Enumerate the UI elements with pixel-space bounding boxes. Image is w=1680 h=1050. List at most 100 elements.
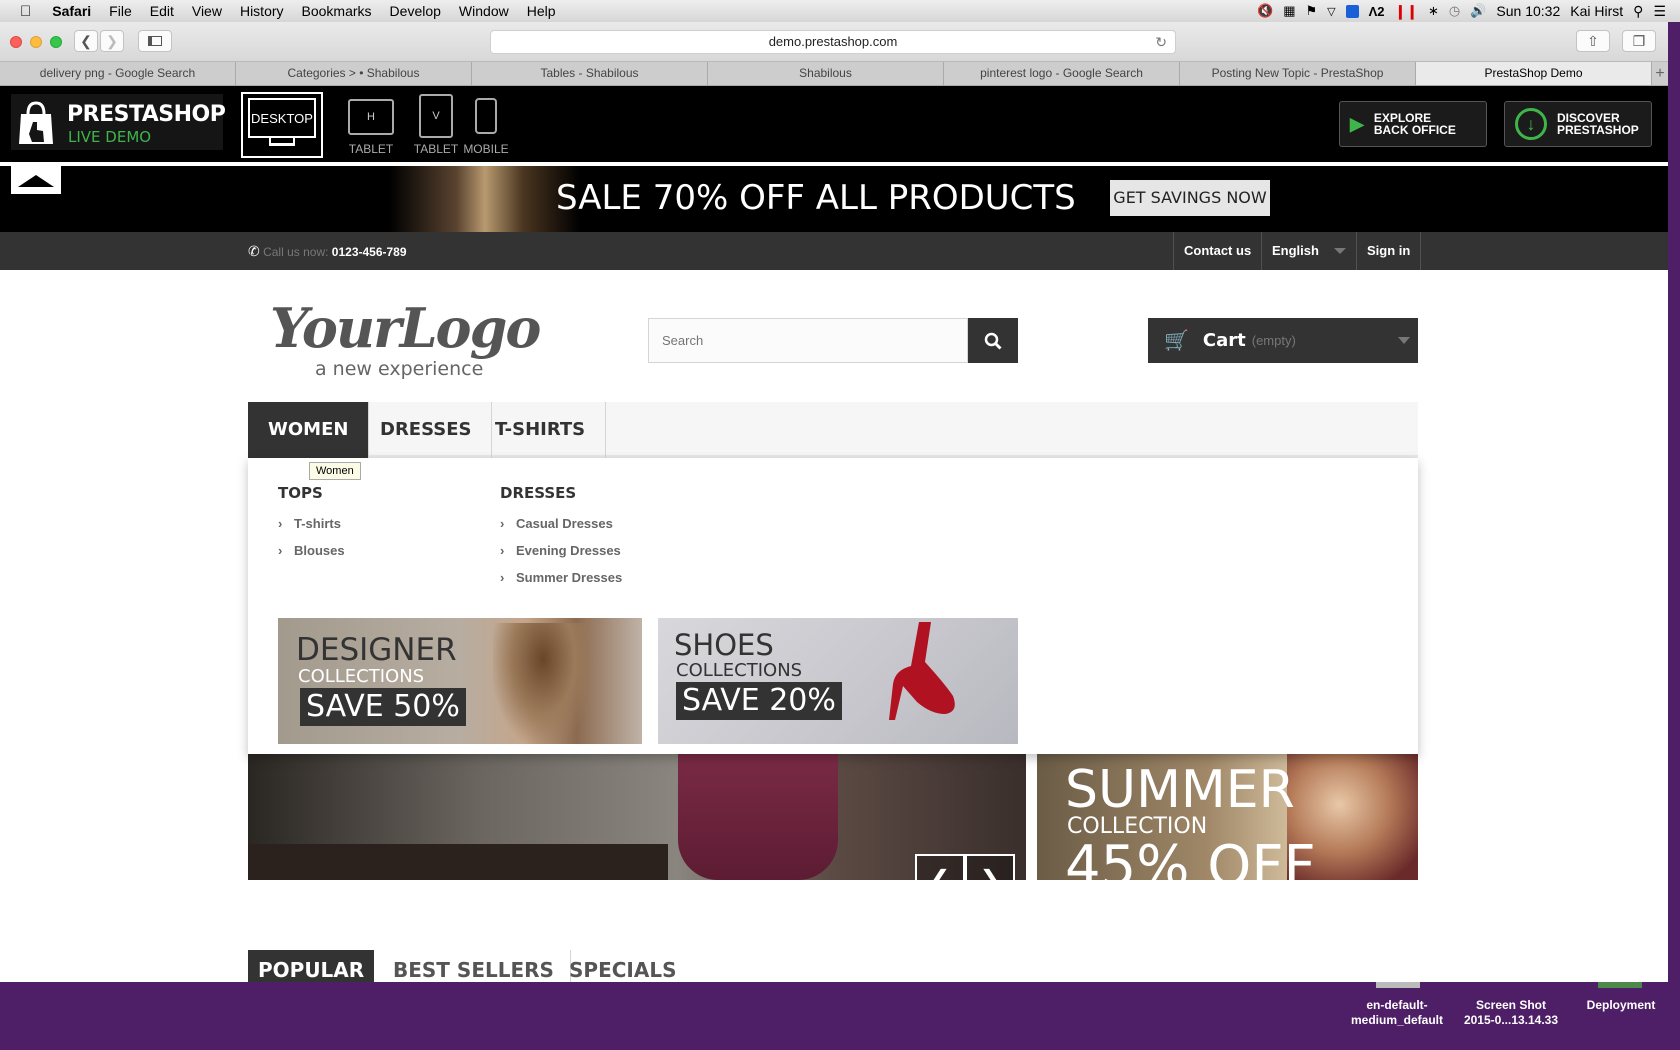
status-muted-icon[interactable]: 🔇 <box>1257 3 1273 19</box>
monitor-stand-icon <box>269 138 295 146</box>
device-tablet-h-label: TABLET <box>348 142 394 156</box>
menu-tab-tshirts[interactable]: T-SHIRTS <box>475 402 607 458</box>
search-icon <box>984 332 1002 350</box>
menubar-user[interactable]: Kai Hirst <box>1570 3 1623 19</box>
tab-shabilous[interactable]: Shabilous <box>708 62 944 85</box>
menu-tab-women[interactable]: WOMEN <box>248 402 370 458</box>
apple-menu-icon[interactable]:  <box>0 3 43 20</box>
spotlight-icon[interactable]: ⚲ <box>1633 3 1643 20</box>
cart-icon: 🛒 <box>1164 330 1189 352</box>
summer-collection-banner[interactable]: SUMMER COLLECTION 45% OFF <box>1037 754 1418 880</box>
back-button[interactable]: ❮ <box>74 30 98 52</box>
cart-status: (empty) <box>1251 333 1296 348</box>
slider-model-image <box>678 754 838 880</box>
device-mobile-button[interactable]: MOBILE <box>451 94 521 156</box>
language-selector[interactable]: English <box>1261 232 1356 270</box>
tab-pinterest-logo[interactable]: pinterest logo - Google Search <box>944 62 1180 85</box>
contact-us-link[interactable]: Contact us <box>1173 232 1261 270</box>
call-us-block: ✆ Call us now: 0123-456-789 <box>248 232 407 270</box>
tab-delivery-png[interactable]: delivery png - Google Search <box>0 62 236 85</box>
tab-tables[interactable]: Tables - Shabilous <box>472 62 708 85</box>
search-input[interactable] <box>648 318 968 363</box>
zoom-window-icon[interactable] <box>50 36 62 48</box>
submenu-link-tshirts[interactable]: › T-shirts <box>278 510 345 537</box>
home-tab-specials[interactable]: SPECIALS <box>553 950 692 982</box>
status-dropdown-icon[interactable]: ▽ <box>1327 5 1335 18</box>
menu-view[interactable]: View <box>183 3 231 19</box>
cart-label: Cart <box>1202 330 1246 351</box>
cart-block[interactable]: 🛒 Cart (empty) <box>1148 318 1418 363</box>
menu-bookmarks[interactable]: Bookmarks <box>293 3 381 19</box>
menu-tab-dresses[interactable]: DRESSES <box>360 402 493 458</box>
tab-categories[interactable]: Categories > • Shabilous <box>236 62 472 85</box>
sidebar-button[interactable] <box>138 30 172 52</box>
status-app-icon[interactable] <box>1345 4 1359 18</box>
shop-logo[interactable]: YourLogo a new experience <box>270 296 570 386</box>
link-summer-dresses-label: Summer Dresses <box>516 570 623 585</box>
sale-promo-banner[interactable]: SALE 70% OFF ALL PRODUCTS GET SAVINGS NO… <box>0 166 1668 232</box>
status-adobe-icon[interactable]: Λ2 <box>1369 4 1385 19</box>
device-desktop-button[interactable]: DESKTOP <box>241 92 323 158</box>
summer-line3: 45% OFF <box>1065 834 1316 880</box>
designer-line2: COLLECTIONS <box>298 666 425 687</box>
explore-back-office-button[interactable]: ▶ EXPLORE BACK OFFICE <box>1339 101 1487 147</box>
menu-file[interactable]: File <box>100 3 141 19</box>
designer-collections-banner[interactable]: DESIGNER COLLECTIONS SAVE 50% <box>278 618 642 744</box>
minimize-window-icon[interactable] <box>30 36 42 48</box>
desktop-file-en-default[interactable]: en-default- medium_default <box>1342 998 1452 1028</box>
home-slider[interactable]: ❮ ❯ <box>248 754 1026 880</box>
download-arrow-icon: ↓ <box>1515 108 1547 140</box>
submenu-link-casual-dresses[interactable]: › Casual Dresses <box>500 510 622 537</box>
menu-history[interactable]: History <box>231 3 293 19</box>
desktop-file-thumbnail <box>1376 982 1420 988</box>
submenu-link-summer-dresses[interactable]: › Summer Dresses <box>500 564 622 591</box>
status-drive-icon[interactable]: ▦ <box>1283 3 1295 19</box>
menu-develop[interactable]: Develop <box>381 3 450 19</box>
desktop-folder-deployment[interactable]: Deployment <box>1568 998 1674 1013</box>
shoes-line1: SHOES <box>674 628 774 662</box>
desktop-file-screen-shot[interactable]: Screen Shot 2015-0...13.14.33 <box>1456 998 1566 1028</box>
reload-icon[interactable]: ↻ <box>1155 31 1167 53</box>
desktop-file-1-line1: en-default- <box>1366 998 1428 1012</box>
forward-button[interactable]: ❯ <box>100 30 124 52</box>
slider-next-button[interactable]: ❯ <box>965 854 1015 880</box>
menu-help[interactable]: Help <box>518 3 565 19</box>
status-pause-icon[interactable]: ❙❙ <box>1395 3 1418 20</box>
caret-down-icon <box>1334 248 1346 254</box>
menu-app-safari[interactable]: Safari <box>43 3 100 19</box>
home-tab-best-sellers[interactable]: BEST SELLERS <box>377 950 571 982</box>
status-volume-icon[interactable]: 🔊 <box>1470 3 1486 19</box>
prestashop-demo-logo[interactable]: PRESTASHOP LIVE DEMO <box>11 94 226 150</box>
submenu-tops-title[interactable]: TOPS <box>278 484 345 502</box>
status-flag-icon[interactable]: ⚑ <box>1305 3 1317 19</box>
close-window-icon[interactable] <box>10 36 22 48</box>
notification-center-icon[interactable]: ☰ <box>1653 3 1666 20</box>
shoes-collections-banner[interactable]: SHOES COLLECTIONS SAVE 20% <box>658 618 1018 744</box>
collapse-demobar-button[interactable] <box>11 166 61 194</box>
status-timemachine-icon[interactable]: ◷ <box>1449 3 1460 19</box>
home-tab-popular[interactable]: POPULAR <box>248 950 375 982</box>
show-tabs-button[interactable]: ❐ <box>1622 30 1656 52</box>
device-tablet-h-button[interactable]: H TABLET <box>336 94 406 156</box>
submenu-link-evening-dresses[interactable]: › Evening Dresses <box>500 537 622 564</box>
slider-prev-button[interactable]: ❮ <box>915 854 965 880</box>
chevron-right-icon: › <box>500 543 505 558</box>
menu-edit[interactable]: Edit <box>141 3 183 19</box>
tab-posting-new-topic[interactable]: Posting New Topic - PrestaShop <box>1180 62 1416 85</box>
menu-window[interactable]: Window <box>450 3 518 19</box>
new-tab-button[interactable]: + <box>1652 62 1668 85</box>
desktop-monitor-icon: DESKTOP <box>248 98 316 138</box>
share-button[interactable]: ⇧ <box>1576 30 1610 52</box>
search-button[interactable] <box>968 318 1018 363</box>
sign-in-link[interactable]: Sign in <box>1356 232 1422 270</box>
chevron-right-icon: ❯ <box>106 32 118 49</box>
discover-prestashop-button[interactable]: ↓ DISCOVER PRESTASHOP <box>1504 101 1652 147</box>
address-bar[interactable]: demo.prestashop.com ↻ <box>490 30 1176 54</box>
menubar-clock[interactable]: Sun 10:32 <box>1496 3 1560 19</box>
status-bluetooth-icon[interactable]: ∗ <box>1428 3 1439 19</box>
tab-prestashop-demo[interactable]: PrestaShop Demo <box>1416 62 1652 85</box>
get-savings-button[interactable]: GET SAVINGS NOW <box>1110 180 1270 216</box>
share-icon: ⇧ <box>1587 32 1599 49</box>
submenu-link-blouses[interactable]: › Blouses <box>278 537 345 564</box>
submenu-dresses-title[interactable]: DRESSES <box>500 484 622 502</box>
